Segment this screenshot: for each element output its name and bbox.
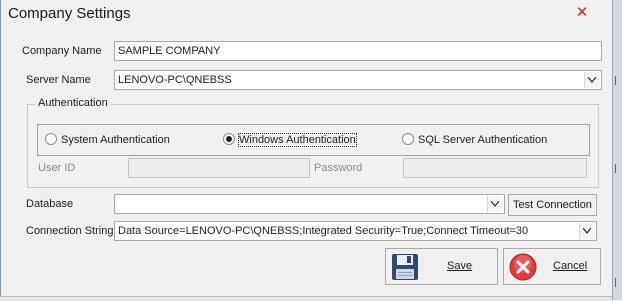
radio-selected-dot — [226, 136, 232, 142]
user-id-label: User ID — [38, 162, 76, 174]
authentication-group-label: Authentication — [35, 97, 111, 109]
close-icon[interactable]: ✕ — [575, 5, 589, 20]
server-name-label: Server Name — [26, 74, 91, 86]
connection-string-value: Data Source=LENOVO-PC\QNEBSS;Integrated … — [118, 225, 529, 237]
save-button-label: Save — [447, 260, 473, 272]
chevron-down-icon[interactable] — [487, 196, 503, 212]
user-id-input[interactable] — [128, 158, 310, 178]
window-edge-right — [612, 0, 622, 300]
company-settings-window: Company Settings ✕ Company Name SAMPLE C… — [0, 0, 622, 301]
cancel-icon — [509, 253, 537, 284]
cancel-button[interactable]: Cancel — [503, 248, 601, 285]
save-icon — [391, 253, 419, 284]
test-connection-button[interactable]: Test Connection — [508, 194, 597, 216]
database-label: Database — [26, 198, 74, 210]
chevron-down-icon[interactable] — [579, 223, 595, 239]
password-input[interactable] — [403, 158, 587, 178]
cancel-button-label: Cancel — [553, 260, 588, 272]
sql-server-authentication-label[interactable]: SQL Server Authentication — [418, 134, 547, 146]
window-title: Company Settings — [8, 5, 131, 22]
connection-string-dropdown[interactable]: Data Source=LENOVO-PC\QNEBSS;Integrated … — [114, 221, 597, 241]
window-edge-bottom — [0, 296, 612, 301]
company-name-input[interactable]: SAMPLE COMPANY — [114, 41, 602, 61]
server-name-dropdown[interactable]: LENOVO-PC\QNEBSS — [114, 70, 602, 90]
radio-sql-server-authentication[interactable] — [402, 133, 414, 145]
radio-system-authentication[interactable] — [45, 133, 57, 145]
database-dropdown[interactable] — [114, 194, 505, 214]
save-button[interactable]: Save — [385, 248, 498, 285]
chevron-down-icon[interactable] — [584, 72, 600, 88]
radio-windows-authentication[interactable] — [223, 133, 235, 145]
company-name-label: Company Name — [22, 45, 102, 57]
system-authentication-label[interactable]: System Authentication — [61, 134, 170, 146]
connection-string-label: Connection String — [26, 225, 114, 237]
windows-authentication-label[interactable]: Windows Authentication — [238, 133, 357, 147]
password-label: Password — [314, 162, 363, 174]
server-name-value: LENOVO-PC\QNEBSS — [118, 74, 232, 86]
